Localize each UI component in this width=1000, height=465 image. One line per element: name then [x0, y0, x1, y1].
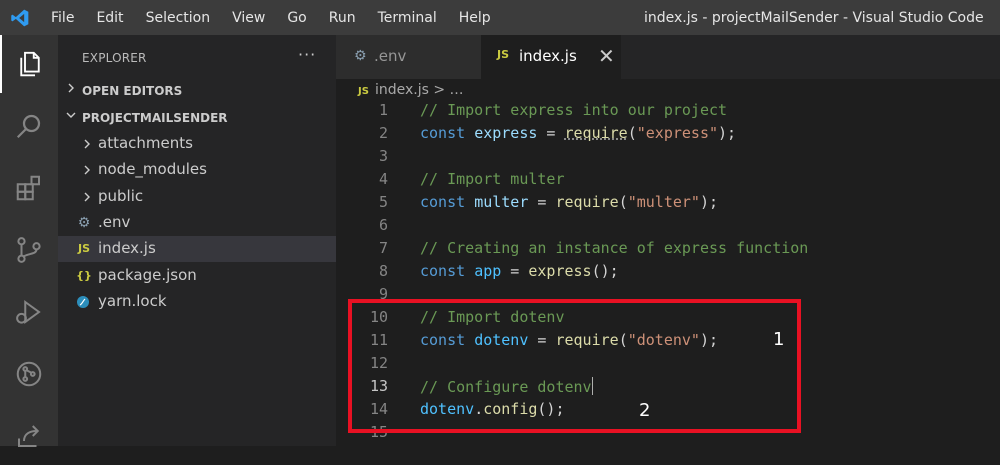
code-line[interactable]: 6: [336, 216, 1000, 239]
tab-index-js[interactable]: JS index.js ✕: [481, 35, 621, 79]
tree-item-label: attachments: [98, 134, 193, 152]
code-line[interactable]: 2 const express = require("express");: [336, 124, 1000, 147]
line-number[interactable]: 1: [348, 101, 388, 119]
tree-item-label: public: [98, 187, 144, 205]
highlight-box: [348, 299, 801, 433]
code-line[interactable]: 1 // Import express into our project: [336, 101, 1000, 124]
tree-folder-attachments[interactable]: attachments: [58, 131, 336, 157]
window-title: index.js - projectMailSender - Visual St…: [644, 10, 984, 26]
chevron-right-icon: [68, 83, 74, 93]
activity-bar: [0, 35, 58, 447]
menu-go[interactable]: Go: [287, 10, 306, 26]
menu-bar: File Edit Selection View Go Run Terminal…: [40, 0, 502, 35]
tree-item-label: yarn.lock: [98, 292, 167, 310]
remote-icon[interactable]: [0, 345, 58, 403]
tab-env[interactable]: ⚙ .env: [336, 35, 481, 79]
tree-file-env[interactable]: ⚙ .env: [58, 210, 336, 236]
vscode-logo-icon[interactable]: [10, 8, 30, 28]
tree-item-label: .env: [98, 213, 131, 231]
line-number[interactable]: 2: [348, 124, 388, 142]
open-editors-section[interactable]: OPEN EDITORS: [58, 78, 336, 104]
annotation-2: 2: [639, 400, 651, 421]
breadcrumb-separator: > …: [428, 82, 464, 98]
code-text: // Creating an instance of express funct…: [420, 239, 809, 257]
explorer-icon[interactable]: [0, 35, 58, 93]
code-line[interactable]: 3: [336, 147, 1000, 170]
tree-item-label: package.json: [98, 266, 197, 284]
tree-folder-node-modules[interactable]: node_modules: [58, 157, 336, 183]
tree-file-index-js[interactable]: JS index.js: [58, 236, 336, 262]
code-line[interactable]: 4 // Import multer: [336, 170, 1000, 193]
tree-item-label: node_modules: [98, 160, 207, 178]
menu-view[interactable]: View: [232, 10, 265, 26]
tab-label: .env: [374, 47, 407, 65]
chevron-down-icon: [66, 112, 76, 118]
tree-item-label: index.js: [98, 239, 156, 257]
annotation-1: 1: [773, 329, 785, 350]
search-icon[interactable]: [0, 97, 58, 155]
code-line[interactable]: 8 const app = express();: [336, 262, 1000, 285]
tree-folder-public[interactable]: public: [58, 184, 336, 210]
open-editors-label: OPEN EDITORS: [82, 84, 183, 98]
project-section[interactable]: PROJECTMAILSENDER: [58, 105, 336, 131]
tree-file-package-json[interactable]: {} package.json: [58, 263, 336, 289]
extensions-icon[interactable]: [0, 159, 58, 217]
tree-file-yarn-lock[interactable]: yarn.lock: [58, 289, 336, 315]
menu-help[interactable]: Help: [459, 10, 491, 26]
js-file-icon: JS: [358, 86, 369, 97]
editor-tabs: ⚙ .env JS index.js ✕: [336, 35, 1000, 79]
json-file-icon: {}: [76, 269, 92, 282]
title-bar: File Edit Selection View Go Run Terminal…: [0, 0, 1000, 35]
line-number[interactable]: 5: [348, 193, 388, 211]
breadcrumb-file[interactable]: index.js: [375, 82, 429, 98]
explorer-title: EXPLORER: [82, 51, 147, 65]
code-text: const app = express();: [420, 262, 619, 280]
line-number[interactable]: 7: [348, 239, 388, 257]
code-line[interactable]: 7 // Creating an instance of express func…: [336, 239, 1000, 262]
close-icon[interactable]: ✕: [598, 44, 615, 68]
code-text: // Import express into our project: [420, 101, 728, 119]
menu-edit[interactable]: Edit: [96, 10, 123, 26]
js-file-icon: JS: [497, 48, 510, 61]
line-number[interactable]: 4: [348, 170, 388, 188]
run-debug-icon[interactable]: [0, 283, 58, 341]
code-line[interactable]: 5 const multer = require("multer");: [336, 193, 1000, 216]
line-number[interactable]: 6: [348, 216, 388, 234]
menu-run[interactable]: Run: [329, 10, 356, 26]
js-file-icon: JS: [77, 242, 90, 255]
line-number[interactable]: 8: [348, 262, 388, 280]
code-text: const multer = require("multer");: [420, 193, 719, 211]
tab-label: index.js: [519, 47, 577, 65]
chevron-right-icon: [84, 165, 90, 175]
chevron-right-icon: [84, 192, 90, 202]
yarn-file-icon: [77, 296, 89, 308]
menu-file[interactable]: File: [51, 10, 74, 26]
menu-selection[interactable]: Selection: [146, 10, 211, 26]
more-actions-icon[interactable]: ···: [298, 45, 316, 64]
explorer-sidebar: EXPLORER ··· OPEN EDITORS PROJECTMAILSEN…: [58, 35, 336, 446]
share-icon[interactable]: [0, 407, 58, 465]
code-text: const express = require("express");: [420, 124, 737, 142]
code-text: // Import multer: [420, 170, 565, 188]
project-label: PROJECTMAILSENDER: [82, 111, 228, 125]
gear-icon: ⚙: [77, 215, 91, 231]
breadcrumb[interactable]: JS index.js > …: [358, 82, 464, 98]
source-control-icon[interactable]: [0, 221, 58, 279]
gear-icon: ⚙: [354, 48, 367, 64]
menu-terminal[interactable]: Terminal: [378, 10, 437, 26]
chevron-right-icon: [84, 139, 90, 149]
line-number[interactable]: 3: [348, 147, 388, 165]
